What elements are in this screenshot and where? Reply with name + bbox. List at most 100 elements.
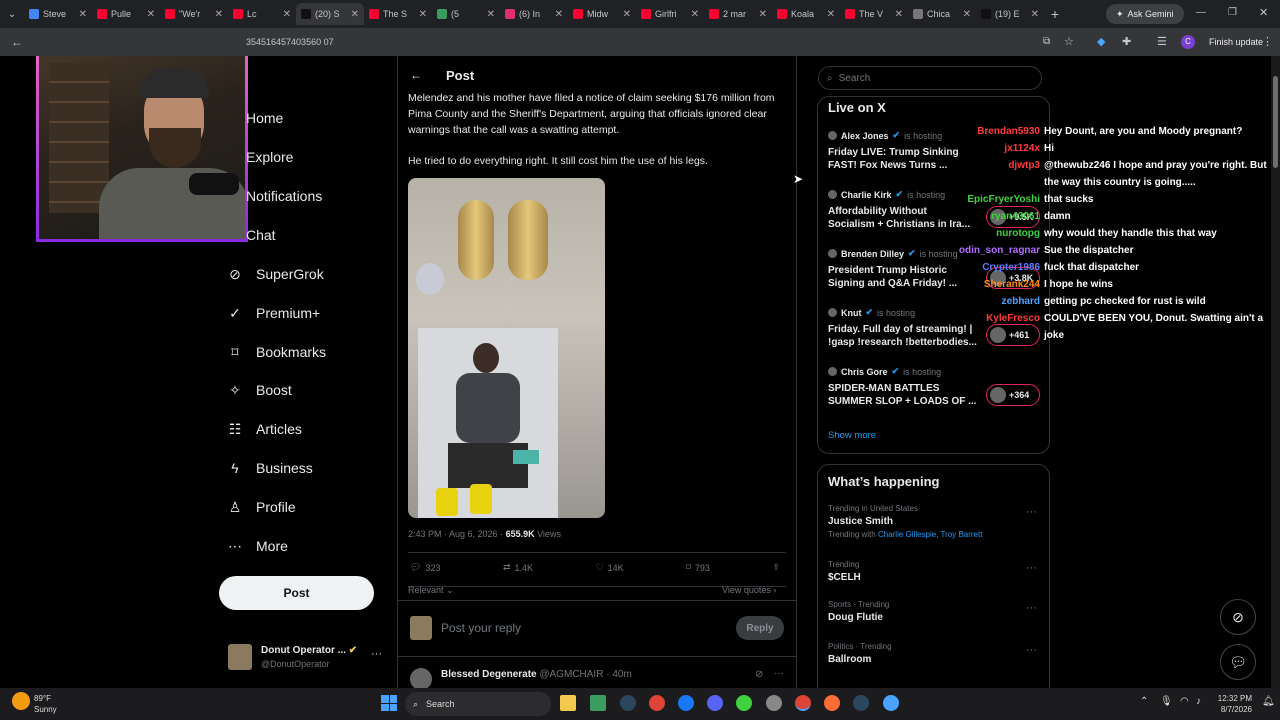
sidebar-item-profile[interactable]: ♙ Profile bbox=[226, 495, 296, 519]
star-icon[interactable]: ☆ bbox=[1064, 35, 1074, 48]
tab-close-icon[interactable]: ✕ bbox=[283, 9, 291, 20]
browser-tab[interactable]: (5 ✕ bbox=[432, 3, 500, 25]
sidebar-item-chat[interactable]: Chat bbox=[246, 223, 276, 247]
browser-tab[interactable]: "We'r ✕ bbox=[160, 3, 228, 25]
bookmark-action[interactable]: ⌑ 793 bbox=[686, 562, 710, 573]
install-icon[interactable]: ⧉ bbox=[1043, 36, 1050, 47]
extension-icon[interactable]: ◆ bbox=[1097, 35, 1105, 48]
trend-item[interactable]: Politics · Trending Ballroom bbox=[828, 642, 1043, 665]
tab-close-icon[interactable]: ✕ bbox=[963, 9, 971, 20]
trend-more-icon[interactable]: ··· bbox=[1026, 644, 1037, 656]
post-image[interactable] bbox=[408, 178, 605, 518]
microphone-icon[interactable]: 🎙︎ bbox=[1160, 696, 1173, 707]
close-window-icon[interactable]: ✕ bbox=[1259, 6, 1268, 19]
steam-icon[interactable] bbox=[620, 695, 636, 711]
sidebar-item-boost[interactable]: ✧ Boost bbox=[226, 378, 292, 402]
taskbar-search[interactable]: ⌕ Search bbox=[405, 692, 551, 716]
app-icon-light-blue[interactable] bbox=[883, 695, 899, 711]
notifications-icon[interactable]: 🔔︎ bbox=[1262, 696, 1275, 707]
back-arrow-icon[interactable]: ← bbox=[0, 35, 34, 49]
tab-close-icon[interactable]: ✕ bbox=[351, 9, 359, 20]
tab-close-icon[interactable]: ✕ bbox=[895, 9, 903, 20]
view-quotes-link[interactable]: View quotes › bbox=[722, 585, 776, 595]
menu-icon[interactable]: ⋮ bbox=[1262, 35, 1273, 48]
trend-item[interactable]: Sports · Trending Doug Flutie bbox=[828, 600, 1043, 623]
url-field[interactable]: 354516457403560 07 bbox=[246, 37, 334, 47]
trend-more-icon[interactable]: ··· bbox=[1026, 602, 1037, 614]
profile-avatar[interactable]: C bbox=[1181, 35, 1195, 49]
sidebar-item-articles[interactable]: ☷ Articles bbox=[226, 417, 302, 441]
tab-close-icon[interactable]: ✕ bbox=[827, 9, 835, 20]
browser-tab[interactable]: (19) E ✕ bbox=[976, 3, 1044, 25]
back-arrow-icon[interactable]: ← bbox=[410, 68, 422, 82]
browser-tab[interactable]: Koala ✕ bbox=[772, 3, 840, 25]
browser-tab[interactable]: (6) In ✕ bbox=[500, 3, 568, 25]
app-icon-green[interactable] bbox=[736, 695, 752, 711]
sidebar-item-bookmarks[interactable]: ⌑ Bookmarks bbox=[226, 340, 326, 364]
tab-list-icon[interactable]: ⌄ bbox=[0, 9, 24, 20]
trend-item[interactable]: Trending in United States Justice Smith Tr… bbox=[828, 504, 1043, 539]
post-button[interactable]: Post bbox=[219, 576, 374, 610]
reply-more-icon[interactable]: ··· bbox=[774, 668, 784, 679]
browser-tab[interactable]: (20) S ✕ bbox=[296, 3, 364, 25]
minimize-icon[interactable]: — bbox=[1196, 7, 1206, 18]
page-scrollbar[interactable] bbox=[1271, 56, 1280, 688]
scrollbar-thumb[interactable] bbox=[1273, 76, 1278, 168]
browser-tab[interactable]: Lc ✕ bbox=[228, 3, 296, 25]
app-icon-blue[interactable] bbox=[678, 695, 694, 711]
sort-dropdown[interactable]: Relevant ⌄ bbox=[408, 585, 454, 596]
reply-input[interactable]: Post your reply bbox=[441, 621, 521, 635]
browser-tab[interactable]: Midw ✕ bbox=[568, 3, 636, 25]
messages-floating-button[interactable]: 💬︎ bbox=[1220, 644, 1256, 680]
search-input[interactable]: ⌕ Search bbox=[818, 66, 1042, 90]
tab-close-icon[interactable]: ✕ bbox=[79, 9, 87, 20]
sidebar-item-premium-[interactable]: ✓ Premium+ bbox=[226, 301, 320, 325]
new-tab-icon[interactable]: + bbox=[1044, 6, 1066, 22]
sidebar-item-business[interactable]: ϟ Business bbox=[226, 456, 313, 480]
file-explorer-icon[interactable] bbox=[560, 695, 576, 711]
taskbar-clock[interactable]: 12:32 PM 8/7/2026 bbox=[1214, 693, 1252, 715]
repost-action[interactable]: ⇄ 1.4K bbox=[503, 562, 533, 573]
browser-tab[interactable]: The V ✕ bbox=[840, 3, 908, 25]
listener-count-pill[interactable]: +364 bbox=[986, 384, 1040, 406]
share-action[interactable]: ⇪ bbox=[772, 562, 780, 573]
reply-action[interactable]: 💬︎ 323 bbox=[410, 562, 440, 573]
trend-item[interactable]: Trending $CELH bbox=[828, 560, 1043, 583]
tab-close-icon[interactable]: ✕ bbox=[215, 9, 223, 20]
tab-close-icon[interactable]: ✕ bbox=[691, 9, 699, 20]
grok-floating-button[interactable]: ⊘ bbox=[1220, 599, 1256, 635]
xbox-app-icon[interactable] bbox=[590, 695, 606, 711]
browser-tab[interactable]: Steve ✕ bbox=[24, 3, 92, 25]
sidebar-item-more[interactable]: ⋯ More bbox=[226, 534, 288, 558]
steam-icon-2[interactable] bbox=[853, 695, 869, 711]
tray-chevron-icon[interactable]: ⌃ bbox=[1140, 696, 1148, 707]
settings-icon[interactable] bbox=[766, 695, 782, 711]
tab-close-icon[interactable]: ✕ bbox=[419, 9, 427, 20]
puzzle-icon[interactable]: ✚ bbox=[1122, 35, 1131, 48]
account-more-icon[interactable]: ··· bbox=[371, 648, 382, 660]
reply-button[interactable]: Reply bbox=[736, 616, 784, 640]
sidebar-item-supergrok[interactable]: ⊘ SuperGrok bbox=[226, 262, 324, 286]
discord-icon[interactable] bbox=[707, 695, 723, 711]
tab-close-icon[interactable]: ✕ bbox=[487, 9, 495, 20]
tab-close-icon[interactable]: ✕ bbox=[555, 9, 563, 20]
browser-tab[interactable]: Chica ✕ bbox=[908, 3, 976, 25]
reading-list-icon[interactable]: ☰ bbox=[1157, 35, 1167, 48]
browser-tab[interactable]: Pulle ✕ bbox=[92, 3, 160, 25]
account-switcher[interactable]: Donut Operator ... ✔ @DonutOperator ··· bbox=[228, 644, 388, 674]
weather-icon[interactable] bbox=[12, 692, 30, 710]
tab-close-icon[interactable]: ✕ bbox=[759, 9, 767, 20]
sidebar-item-home[interactable]: Home bbox=[246, 106, 283, 130]
wifi-icon[interactable]: ◠ bbox=[1180, 696, 1189, 707]
browser-tab[interactable]: Girlfri ✕ bbox=[636, 3, 704, 25]
finish-update-button[interactable]: Finish update bbox=[1202, 33, 1270, 51]
chrome-active-icon[interactable] bbox=[795, 695, 811, 711]
trend-more-icon[interactable]: ··· bbox=[1026, 506, 1037, 518]
browser-tab[interactable]: The S ✕ bbox=[364, 3, 432, 25]
browser-tab[interactable]: 2 mar ✕ bbox=[704, 3, 772, 25]
tab-close-icon[interactable]: ✕ bbox=[1031, 9, 1039, 20]
show-more-link[interactable]: Show more bbox=[828, 430, 876, 441]
tab-close-icon[interactable]: ✕ bbox=[623, 9, 631, 20]
grok-icon[interactable]: ⊘ bbox=[755, 669, 763, 680]
volume-icon[interactable]: ♪ bbox=[1196, 696, 1201, 707]
